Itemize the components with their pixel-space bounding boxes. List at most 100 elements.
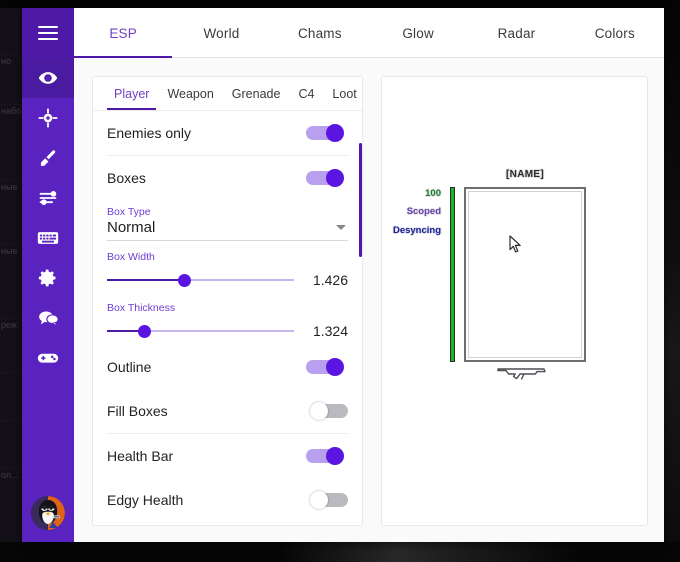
backdrop-bottom-strip xyxy=(0,542,680,562)
avatar[interactable] xyxy=(31,496,65,530)
toggle-knob xyxy=(326,169,344,187)
menu-button[interactable] xyxy=(22,8,74,58)
backdrop-left-panel: но набо ные ные реж ол... xyxy=(0,0,24,562)
backdrop-text-row xyxy=(0,420,24,421)
tab-colors[interactable]: Colors xyxy=(566,8,664,58)
eye-icon xyxy=(38,68,58,88)
box-thickness-row: 1.324 xyxy=(107,323,348,339)
backdrop-top-strip xyxy=(0,0,680,8)
subtab-c4[interactable]: C4 xyxy=(289,77,323,110)
backdrop-text-row: но xyxy=(0,54,24,67)
slider-thumb[interactable] xyxy=(138,325,152,338)
left-sidebar xyxy=(22,58,74,542)
tab-radar[interactable]: Radar xyxy=(467,8,565,58)
box-width-field: Box Width 1.426 xyxy=(107,243,348,294)
esp-flag-health: 100 xyxy=(425,188,441,199)
settings-scrollbar[interactable] xyxy=(359,143,362,257)
backdrop-sheen xyxy=(278,542,578,562)
setting-row-fill-boxes: Fill Boxes xyxy=(107,389,348,433)
subtab-label: Grenade xyxy=(231,86,281,101)
setting-row-edgy-health: Edgy Health xyxy=(107,478,348,522)
box-width-slider[interactable] xyxy=(107,273,294,287)
toggle-knob xyxy=(310,491,328,509)
setting-label: Edgy Health xyxy=(107,492,184,508)
tab-world[interactable]: World xyxy=(172,8,270,58)
paintbrush-icon xyxy=(38,148,58,168)
sidebar-item-chat[interactable] xyxy=(22,298,74,338)
esp-bounding-box xyxy=(464,187,586,362)
settings-sub-tabs: Player Weapon Grenade C4 Loot xyxy=(93,77,362,111)
toggle-knob xyxy=(326,447,344,465)
setting-row-enemies-only: Enemies only xyxy=(107,111,348,155)
sidebar-item-binds[interactable] xyxy=(22,218,74,258)
sidebar-item-aimbot[interactable] xyxy=(22,98,74,138)
app-window: ESP World Chams Glow Radar Colors Player… xyxy=(22,8,664,542)
crosshair-icon xyxy=(38,108,58,128)
setting-row-health-bar: Health Bar xyxy=(107,434,348,478)
box-width-value: 1.426 xyxy=(312,272,348,288)
top-bar: ESP World Chams Glow Radar Colors xyxy=(22,8,664,58)
subtab-grenade[interactable]: Grenade xyxy=(223,77,290,110)
health-bar-toggle[interactable] xyxy=(306,447,348,465)
boxes-toggle[interactable] xyxy=(306,169,348,187)
subtab-label: Weapon xyxy=(167,86,214,101)
edgy-health-toggle[interactable] xyxy=(306,491,348,509)
esp-preview-panel: [NAME] 100 Scoped Desyncing xyxy=(381,76,648,526)
box-thickness-field: Box Thickness 1.324 xyxy=(107,294,348,345)
esp-health-bar xyxy=(450,187,455,362)
tab-glow[interactable]: Glow xyxy=(369,8,467,58)
rifle-icon xyxy=(494,363,556,388)
backdrop-text-row: набо xyxy=(0,104,24,117)
backdrop-right-panel xyxy=(662,0,680,562)
settings-panel: Player Weapon Grenade C4 Loot Enemies on… xyxy=(92,76,363,526)
tab-esp[interactable]: ESP xyxy=(74,8,173,58)
sidebar-item-games[interactable] xyxy=(22,338,74,378)
box-thickness-label: Box Thickness xyxy=(107,302,176,314)
box-type-field: Box Type Normal xyxy=(107,200,348,243)
sidebar-item-settings[interactable] xyxy=(22,258,74,298)
esp-flag-scoped: Scoped xyxy=(406,206,441,217)
tab-label: ESP xyxy=(109,25,137,41)
health-size-field: Health Size 5 xyxy=(107,522,348,525)
box-width-row: 1.426 xyxy=(107,272,348,288)
tab-label: Radar xyxy=(497,25,536,41)
toggle-knob xyxy=(326,358,344,376)
backdrop-text-row xyxy=(0,372,24,373)
gear-icon xyxy=(38,268,58,288)
esp-flag-desyncing: Desyncing xyxy=(392,225,441,236)
box-type-label: Box Type xyxy=(107,206,151,218)
setting-label: Enemies only xyxy=(107,125,192,141)
fill-boxes-toggle[interactable] xyxy=(306,402,348,420)
box-type-select[interactable]: Normal xyxy=(107,219,348,241)
backdrop-text-row: реж xyxy=(0,318,24,331)
subtab-label: Loot xyxy=(332,86,357,101)
sidebar-item-esp[interactable] xyxy=(22,58,74,98)
sidebar-item-misc[interactable] xyxy=(22,178,74,218)
tab-label: Glow xyxy=(402,25,434,41)
settings-list: Enemies only Boxes Box Type Normal Box W… xyxy=(93,111,362,525)
subtab-player[interactable]: Player xyxy=(105,77,158,110)
keyboard-icon xyxy=(37,228,59,248)
esp-box-inner-outline xyxy=(468,191,582,358)
toggle-knob xyxy=(310,402,328,420)
hamburger-icon xyxy=(38,22,58,44)
subtab-label: C4 xyxy=(298,86,315,101)
mouse-cursor-icon xyxy=(509,235,522,258)
tab-label: World xyxy=(203,25,240,41)
box-thickness-slider[interactable] xyxy=(107,324,294,338)
tab-chams[interactable]: Chams xyxy=(271,8,369,58)
gamepad-icon xyxy=(37,348,59,368)
backdrop-text-row: ные xyxy=(0,180,24,193)
outline-toggle[interactable] xyxy=(306,358,348,376)
setting-row-boxes: Boxes xyxy=(107,156,348,200)
slider-thumb[interactable] xyxy=(177,274,191,287)
subtab-label: Player xyxy=(114,86,150,101)
slider-fill xyxy=(107,279,184,281)
backdrop-text-row: ол... xyxy=(0,468,24,481)
subtab-weapon[interactable]: Weapon xyxy=(158,77,222,110)
enemies-only-toggle[interactable] xyxy=(306,124,348,142)
tab-label: Colors xyxy=(594,25,635,41)
sidebar-item-visuals[interactable] xyxy=(22,138,74,178)
setting-label: Outline xyxy=(107,359,152,375)
subtab-loot[interactable]: Loot xyxy=(323,77,362,110)
